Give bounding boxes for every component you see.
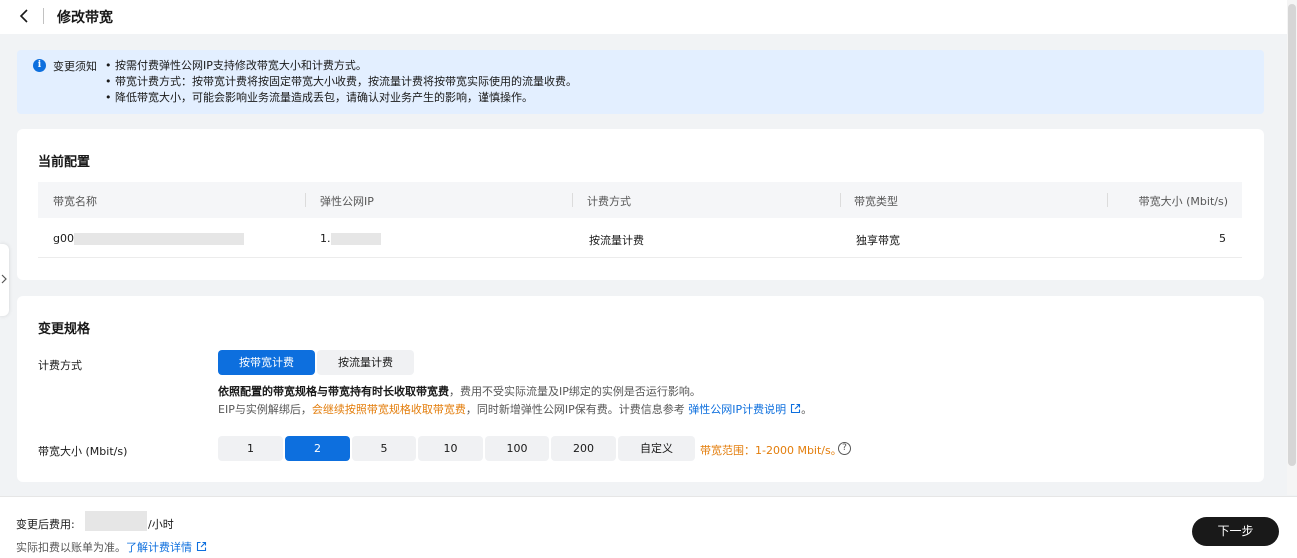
side-panel-toggle[interactable] xyxy=(0,244,9,316)
current-config-card: 当前配置 带宽名称 弹性公网IP 计费方式 带宽类型 带宽大小 (Mbit/s)… xyxy=(17,129,1264,280)
column-header: 带宽名称 xyxy=(53,195,97,208)
eip-value: 1. xyxy=(320,232,331,245)
billing-desc-text: ，同时新增弹性公网IP保有费。计费信息参考 xyxy=(465,403,689,416)
current-config-title: 当前配置 xyxy=(38,155,91,170)
column-header: 带宽大小 (Mbit/s) xyxy=(1138,195,1228,208)
billing-option-traffic[interactable]: 按流量计费 xyxy=(317,350,414,375)
bandwidth-size-label: 带宽大小 (Mbit/s) xyxy=(38,445,128,458)
billing-mode-label: 计费方式 xyxy=(38,359,82,372)
external-link-icon[interactable] xyxy=(196,541,207,552)
table-row: g00 1. 按流量计费 独享带宽 5 xyxy=(38,218,1242,258)
billing-cell: 按流量计费 xyxy=(589,234,644,247)
change-spec-card: 变更规格 计费方式 按带宽计费 按流量计费 依照配置的带宽规格与带宽持有时长收取… xyxy=(17,296,1264,482)
bandwidth-name: g00 xyxy=(53,232,74,245)
notice-line: • 按需付费弹性公网IP支持修改带宽大小和计费方式。 xyxy=(105,59,367,72)
eip-cell: 1. xyxy=(320,232,381,245)
help-icon[interactable]: ? xyxy=(838,442,851,455)
size-option-10[interactable]: 10 xyxy=(418,436,483,461)
bandwidth-type-cell: 独享带宽 xyxy=(856,234,900,247)
billing-desc-line-1: 依照配置的带宽规格与带宽持有时长收取带宽费，费用不受实际流量及IP绑定的实例是否… xyxy=(218,383,701,399)
redacted-block xyxy=(73,233,244,245)
info-icon: i xyxy=(33,59,46,72)
size-option-200[interactable]: 200 xyxy=(551,436,616,461)
column-header: 带宽类型 xyxy=(854,195,898,208)
eip-billing-doc-link[interactable]: 弹性公网IP计费说明 xyxy=(688,403,786,416)
column-header: 计费方式 xyxy=(587,195,631,208)
top-bar: 修改带宽 xyxy=(0,0,1297,34)
notice-lines: • 按需付费弹性公网IP支持修改带宽大小和计费方式。 • 带宽计费方式：按带宽计… xyxy=(105,58,577,106)
column-divider xyxy=(1107,193,1108,207)
size-option-2[interactable]: 2 xyxy=(285,436,350,461)
footer-bar: 变更后费用: /小时 实际扣费以账单为准。了解计费详情 下一步 xyxy=(0,496,1297,558)
title-divider xyxy=(43,8,44,24)
scrollbar-thumb[interactable] xyxy=(1288,4,1296,466)
external-link-icon[interactable] xyxy=(790,403,801,414)
notice-line: • 降低带宽大小，可能会影响业务流量造成丢包，请确认对业务产生的影响，谨慎操作。 xyxy=(105,91,533,104)
size-option-5[interactable]: 5 xyxy=(352,436,416,461)
size-option-custom[interactable]: 自定义 xyxy=(618,436,695,461)
cost-value-redacted xyxy=(85,511,147,531)
notice-line: • 带宽计费方式：按带宽计费将按固定带宽大小收费，按流量计费将按带宽实际使用的流… xyxy=(105,75,577,88)
cost-note: 实际扣费以账单为准。了解计费详情 xyxy=(16,539,207,555)
size-option-100[interactable]: 100 xyxy=(485,436,549,461)
page-title: 修改带宽 xyxy=(57,10,113,26)
billing-details-link[interactable]: 了解计费详情 xyxy=(126,541,192,554)
billing-desc-strong: 依照配置的带宽规格与带宽持有时长收取带宽费 xyxy=(218,385,449,398)
billing-desc-line-2: EIP与实例解绑后，会继续按照带宽规格收取带宽费，同时新增弹性公网IP保有费。计… xyxy=(218,401,812,417)
notice-banner: i 变更须知 • 按需付费弹性公网IP支持修改带宽大小和计费方式。 • 带宽计费… xyxy=(17,50,1264,114)
column-divider xyxy=(305,193,306,207)
bandwidth-size-cell: 5 xyxy=(1219,232,1226,245)
cost-label: 变更后费用: xyxy=(16,518,75,531)
cost-note-text: 实际扣费以账单为准。 xyxy=(16,541,126,554)
column-divider xyxy=(572,193,573,207)
column-header: 弹性公网IP xyxy=(320,195,374,208)
billing-desc-warning: 会继续按照带宽规格收取带宽费 xyxy=(311,403,466,416)
table-header: 带宽名称 弹性公网IP 计费方式 带宽类型 带宽大小 (Mbit/s) xyxy=(38,182,1242,218)
notice-label: 变更须知 xyxy=(53,60,97,73)
change-spec-title: 变更规格 xyxy=(38,322,91,337)
back-arrow-icon[interactable] xyxy=(18,8,32,24)
bandwidth-range-note: 带宽范围：1-2000 Mbit/s。 xyxy=(700,444,842,457)
column-divider xyxy=(840,193,841,207)
billing-desc-text: ，费用不受实际流量及IP绑定的实例是否运行影响。 xyxy=(449,385,701,398)
billing-desc-text: 。 xyxy=(801,403,813,416)
chevron-right-icon xyxy=(1,274,7,284)
vertical-scrollbar[interactable] xyxy=(1287,0,1297,495)
size-option-1[interactable]: 1 xyxy=(218,436,283,461)
bandwidth-name-cell: g00 xyxy=(53,232,244,245)
redacted-block xyxy=(330,233,381,245)
billing-option-bandwidth[interactable]: 按带宽计费 xyxy=(218,350,315,375)
next-step-button[interactable]: 下一步 xyxy=(1192,517,1279,546)
billing-desc-text: EIP与实例解绑后， xyxy=(218,403,312,416)
cost-unit: /小时 xyxy=(148,518,174,531)
